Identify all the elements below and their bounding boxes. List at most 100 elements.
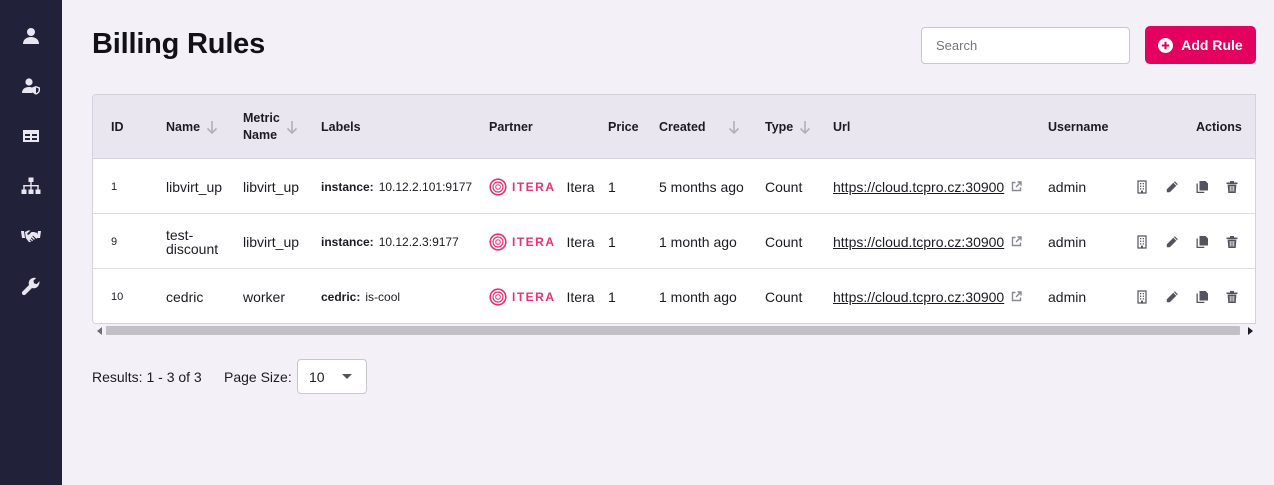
- building-icon: [1137, 179, 1147, 194]
- column-header-partner[interactable]: Partner: [489, 95, 533, 159]
- column-header-metric-name[interactable]: Metric Name: [243, 95, 298, 159]
- cell-type: Count: [765, 288, 803, 305]
- action-delete-button[interactable]: [1222, 214, 1242, 269]
- url-link[interactable]: https://cloud.tcpro.cz:30900: [833, 179, 1004, 195]
- action-edit-button[interactable]: [1162, 159, 1182, 214]
- external-link-icon[interactable]: [1011, 236, 1022, 247]
- sort-arrow-icon: [728, 121, 739, 134]
- action-edit-button[interactable]: [1162, 269, 1182, 323]
- sidebar-item-users[interactable]: [0, 16, 62, 56]
- cell-created: 1 month ago: [659, 288, 737, 305]
- cell-url: https://cloud.tcpro.cz:30900: [833, 269, 1022, 323]
- caret-down-icon: [342, 374, 352, 379]
- external-link-icon[interactable]: [1011, 181, 1022, 192]
- label-value: is-cool: [365, 289, 401, 304]
- label-key: cedric:: [321, 289, 361, 304]
- column-header-price[interactable]: Price: [608, 95, 639, 159]
- partner-logo: ITERA: [489, 177, 556, 196]
- search-input[interactable]: [921, 27, 1130, 64]
- cell-metric-name: worker: [243, 288, 286, 305]
- partner-name: Itera: [566, 233, 595, 250]
- cell-username: admin: [1048, 178, 1087, 195]
- sidebar-item-user-roles[interactable]: [0, 66, 62, 106]
- column-header-actions: Actions: [1196, 119, 1242, 134]
- cell-partner: ITERA Itera: [489, 269, 595, 323]
- cell-url: https://cloud.tcpro.cz:30900: [833, 159, 1022, 214]
- cell-type: Count: [765, 233, 803, 250]
- sort-arrow-icon: [800, 121, 811, 134]
- table-header: ID Name Metric Name Labels Partner Price …: [93, 95, 1255, 159]
- cell-name: test-discount: [166, 226, 219, 257]
- table-row[interactable]: 9 test-discount libvirt_up instance: 10.…: [93, 214, 1255, 269]
- table-row[interactable]: 1 libvirt_up libvirt_up instance: 10.12.…: [93, 159, 1255, 214]
- cell-username: admin: [1048, 288, 1087, 305]
- cell-labels: instance: 10.12.2.101:9177: [321, 159, 472, 214]
- column-header-labels[interactable]: Labels: [321, 95, 361, 159]
- column-header-name[interactable]: Name: [166, 95, 218, 159]
- cell-name: cedric: [166, 288, 204, 305]
- action-billing-button[interactable]: [1132, 159, 1152, 214]
- cell-id: 10: [111, 290, 124, 303]
- page-size-select[interactable]: 10: [297, 359, 367, 394]
- page-size-label: Page Size:: [224, 369, 292, 385]
- url-link[interactable]: https://cloud.tcpro.cz:30900: [833, 289, 1004, 305]
- table-row[interactable]: 10 cedric worker cedric: is-cool ITERA I…: [93, 269, 1255, 323]
- column-header-username[interactable]: Username: [1048, 95, 1108, 159]
- column-header-id[interactable]: ID: [111, 95, 124, 159]
- add-rule-button[interactable]: Add Rule: [1145, 26, 1256, 64]
- action-edit-button[interactable]: [1162, 214, 1182, 269]
- add-rule-label: Add Rule: [1181, 37, 1243, 53]
- sidebar: [0, 0, 62, 485]
- action-billing-button[interactable]: [1132, 269, 1152, 323]
- page-title: Billing Rules: [92, 28, 266, 60]
- cell-price: 1: [608, 178, 616, 195]
- sort-arrow-icon: [206, 121, 218, 134]
- scroll-left-arrow-icon[interactable]: [96, 327, 104, 335]
- trash-icon: [1226, 235, 1238, 248]
- itera-logo-icon: [489, 232, 507, 251]
- action-delete-button[interactable]: [1222, 159, 1242, 214]
- pencil-icon: [1166, 290, 1178, 302]
- copy-icon: [1196, 290, 1208, 303]
- action-copy-button[interactable]: [1192, 269, 1212, 323]
- column-header-type[interactable]: Type: [765, 95, 811, 159]
- cell-partner: ITERA Itera: [489, 159, 595, 214]
- cell-partner: ITERA Itera: [489, 214, 595, 269]
- action-copy-button[interactable]: [1192, 214, 1212, 269]
- sidebar-item-settings[interactable]: [0, 266, 62, 306]
- horizontal-scrollbar[interactable]: [92, 324, 1256, 338]
- action-copy-button[interactable]: [1192, 159, 1212, 214]
- partner-name: Itera: [566, 288, 595, 305]
- trash-icon: [1226, 180, 1238, 193]
- building-icon: [1137, 289, 1147, 304]
- cell-username: admin: [1048, 233, 1087, 250]
- itera-logo-icon: [489, 287, 507, 306]
- column-header-url[interactable]: Url: [833, 95, 850, 159]
- sidebar-item-billing-rules[interactable]: [0, 116, 62, 156]
- action-billing-button[interactable]: [1132, 214, 1152, 269]
- url-link[interactable]: https://cloud.tcpro.cz:30900: [833, 234, 1004, 250]
- column-header-created[interactable]: Created: [659, 95, 740, 159]
- external-link-icon[interactable]: [1011, 291, 1022, 302]
- partner-name: Itera: [566, 178, 595, 195]
- building-icon: [1137, 234, 1147, 249]
- pencil-icon: [1166, 235, 1178, 247]
- handshake-icon: [21, 230, 41, 243]
- copy-icon: [1196, 180, 1208, 193]
- label-value: 10.12.2.101:9177: [378, 179, 473, 194]
- sidebar-item-organization[interactable]: [0, 166, 62, 206]
- plus-circle-icon: [1158, 37, 1174, 53]
- cell-id: 9: [111, 235, 118, 248]
- cell-labels: cedric: is-cool: [321, 269, 401, 323]
- pencil-icon: [1166, 180, 1178, 192]
- copy-icon: [1196, 235, 1208, 248]
- results-count: Results: 1 - 3 of 3: [92, 369, 202, 385]
- trash-icon: [1226, 290, 1238, 303]
- scroll-right-arrow-icon[interactable]: [1246, 327, 1254, 335]
- itera-logo-icon: [489, 177, 507, 196]
- label-key: instance:: [321, 234, 374, 249]
- cell-price: 1: [608, 288, 616, 305]
- action-delete-button[interactable]: [1222, 269, 1242, 323]
- scrollbar-thumb[interactable]: [106, 326, 1240, 335]
- sidebar-item-partners[interactable]: [0, 216, 62, 256]
